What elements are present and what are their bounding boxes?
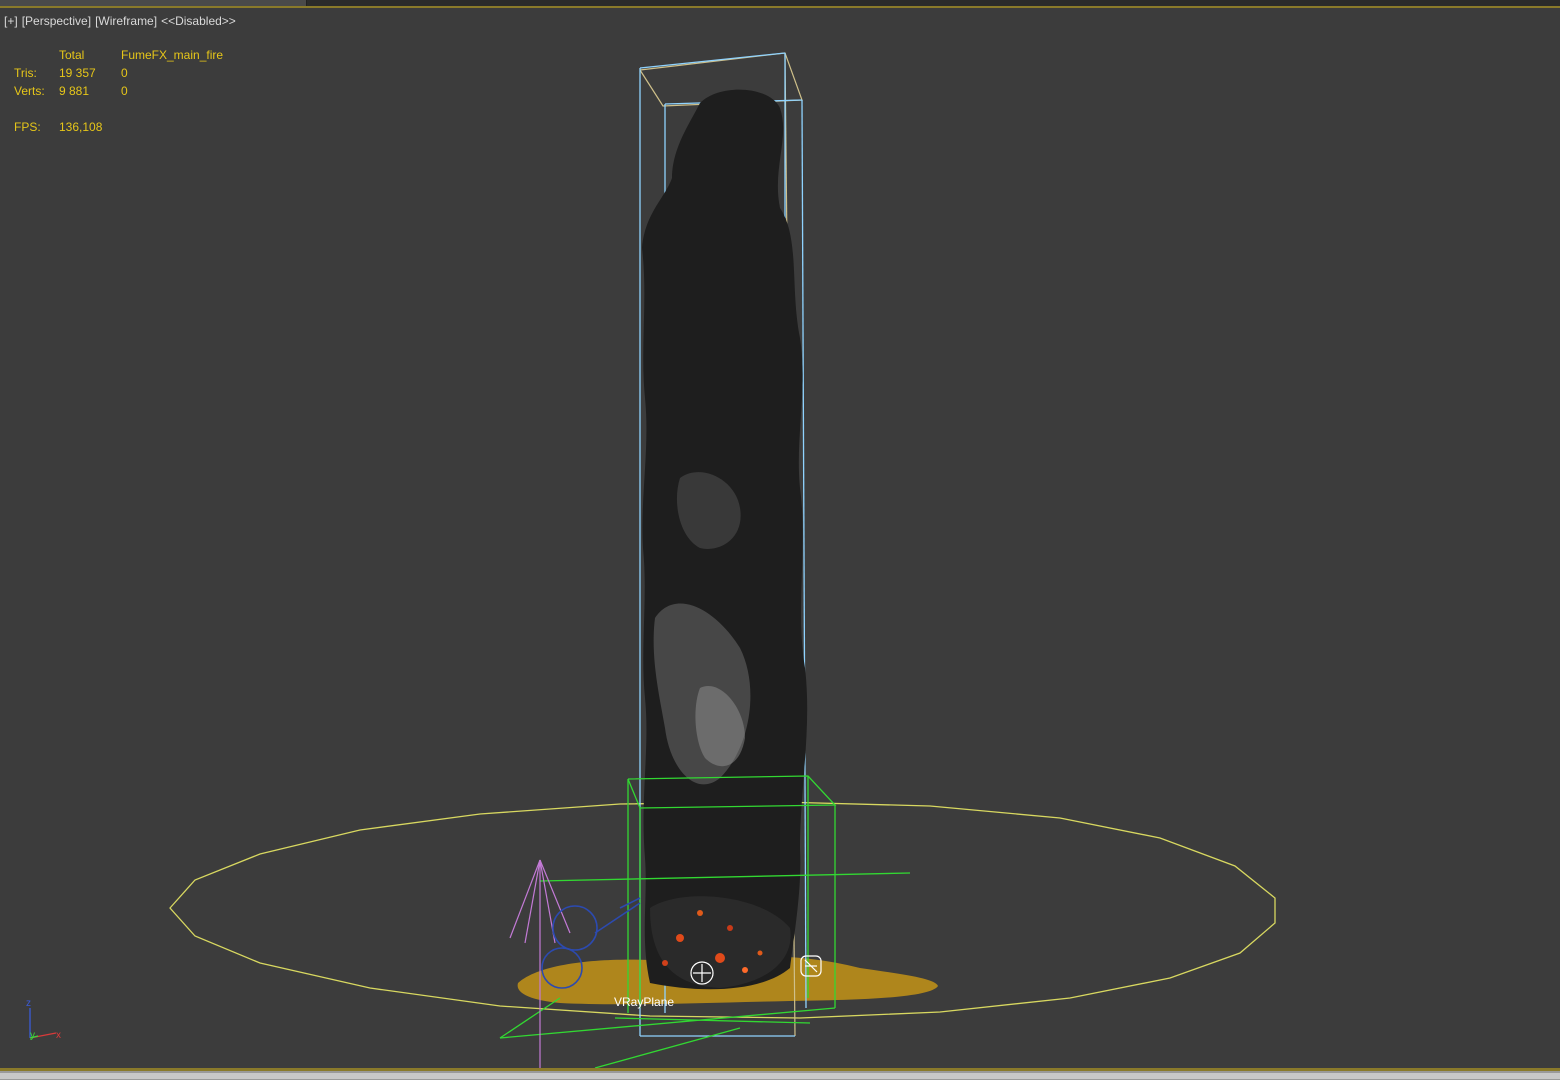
statistics-overlay: Total FumeFX_main_fire Tris: 19 357 0 Ve… [14,46,223,136]
scene-canvas[interactable]: VRayPlane z y x [0,8,1560,1068]
bottom-border-inner [0,1073,1560,1079]
top-toolbar-strip [0,0,1560,8]
viewport-label-menu: [+] [Perspective] [Wireframe] <<Disabled… [4,14,236,28]
stats-tris-total: 19 357 [59,66,96,80]
axis-z-label: z [26,998,31,1009]
viewport-view-menu[interactable]: [Perspective] [22,14,91,28]
viewport-mode-menu[interactable]: <<Disabled>> [161,14,236,28]
stats-verts-total: 9 881 [59,84,90,98]
viewport-plus-menu[interactable]: [+] [4,14,18,28]
perspective-viewport[interactable]: VRayPlane z y x [+] [Perspective] [Wiref… [0,8,1560,1068]
axis-x-label: x [56,1030,61,1041]
axis-y-label: y [30,1030,35,1041]
toolbar-tab[interactable] [0,0,307,6]
stats-fps-label: FPS: [14,120,41,134]
stats-tris-object: 0 [121,66,128,80]
stats-fps-value: 136,108 [59,120,103,134]
viewport-bottom-border [0,1068,1560,1080]
vray-plane-label: VRayPlane [614,995,674,1009]
stats-tris-label: Tris: [14,66,37,80]
axis-gizmo: z y x [26,998,61,1041]
viewport-shading-menu[interactable]: [Wireframe] [95,14,157,28]
stats-verts-label: Verts: [14,84,45,98]
stats-verts-object: 0 [121,84,128,98]
stats-header-total: Total [59,48,85,62]
stats-header-object: FumeFX_main_fire [121,48,224,62]
fume-smoke-column[interactable] [642,89,808,990]
